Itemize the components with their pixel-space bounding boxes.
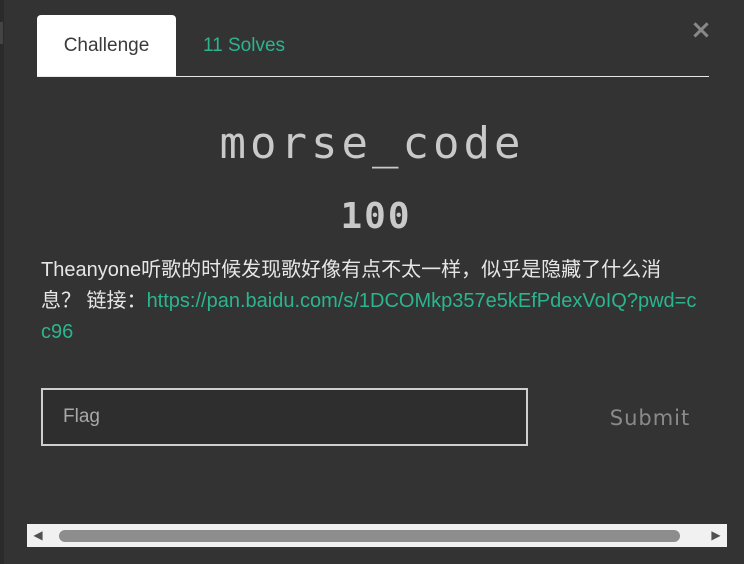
- tab-solves[interactable]: 11 Solves: [203, 15, 285, 76]
- challenge-tabs: Challenge 11 Solves: [37, 15, 709, 77]
- flag-input[interactable]: [41, 388, 528, 446]
- page-edge-mark: [0, 22, 3, 44]
- submit-button[interactable]: Submit: [588, 400, 712, 436]
- challenge-points: 100: [340, 196, 412, 237]
- scrollbar-thumb[interactable]: [59, 530, 680, 542]
- tab-challenge[interactable]: Challenge: [37, 15, 176, 76]
- challenge-description: Theanyone听歌的时候发现歌好像有点不太一样，似乎是隐藏了什么消息？ 链接…: [41, 255, 701, 348]
- scroll-left-icon[interactable]: ◀: [27, 524, 49, 547]
- scroll-right-icon[interactable]: ▶: [705, 524, 727, 547]
- challenge-title: morse_code: [219, 118, 525, 169]
- horizontal-scrollbar[interactable]: ◀ ▶: [27, 524, 727, 547]
